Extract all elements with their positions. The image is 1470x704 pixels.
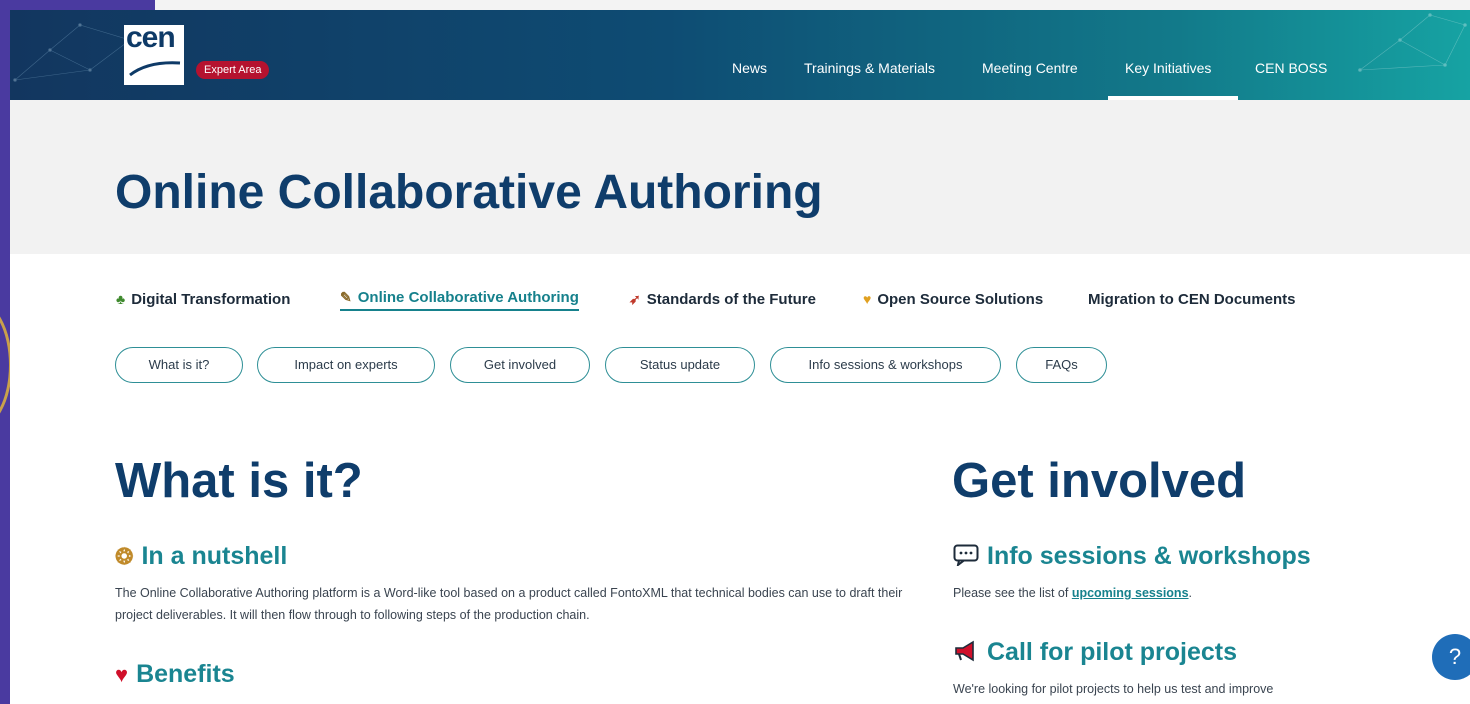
nav-news[interactable]: News <box>732 60 767 76</box>
network-pattern-right <box>1358 13 1467 72</box>
pill-what-is-it[interactable]: What is it? <box>115 347 243 383</box>
tab-label: Migration to CEN Documents <box>1088 291 1296 308</box>
logo-text: cen <box>126 21 176 54</box>
heart-hands-icon: ♥ <box>863 291 872 307</box>
tab-open-source-solutions[interactable]: ♥ Open Source Solutions <box>863 291 1043 308</box>
info-sessions-text-after: . <box>1188 586 1193 600</box>
nav-meeting-centre[interactable]: Meeting Centre <box>982 60 1078 76</box>
rocket-icon: ➶ <box>629 291 641 307</box>
tab-standards-of-the-future[interactable]: ➶ Standards of the Future <box>629 291 816 308</box>
memo-icon: ✎ <box>340 289 352 305</box>
pilot-projects-text: We're looking for pilot projects to help… <box>953 682 1274 696</box>
speech-bubble-icon <box>953 544 979 570</box>
site-header: cen Expert Area News Trainings & Materia… <box>10 10 1470 100</box>
pill-get-involved[interactable]: Get involved <box>450 347 590 383</box>
nav-key-initiatives[interactable]: Key Initiatives <box>1125 60 1211 76</box>
logo-swoosh-icon <box>129 61 181 77</box>
info-sessions-title: Info sessions & workshops <box>987 542 1311 570</box>
nav-cen-boss[interactable]: CEN BOSS <box>1255 60 1327 76</box>
heart-icon: ♥ <box>115 662 129 687</box>
web-page: cen Expert Area News Trainings & Materia… <box>10 10 1470 704</box>
nutshell-title: In a nutshell <box>141 542 288 570</box>
benefits-heading: ♥ Benefits <box>115 660 235 689</box>
pill-faqs[interactable]: FAQs <box>1016 347 1107 383</box>
peanuts-icon: ❂ <box>115 544 134 569</box>
get-involved-heading: Get involved <box>952 454 1247 508</box>
megaphone-icon <box>953 640 979 666</box>
tab-digital-transformation[interactable]: ♣ Digital Transformation <box>116 291 290 308</box>
nutshell-text: The Online Collaborative Authoring platf… <box>115 586 903 622</box>
info-sessions-text: Please see the list of upcoming sessions… <box>953 582 1433 604</box>
help-button[interactable]: ? <box>1432 634 1470 680</box>
info-sessions-text-before: Please see the list of <box>953 586 1072 600</box>
benefits-title: Benefits <box>136 660 235 688</box>
pill-status-update[interactable]: Status update <box>605 347 755 383</box>
tab-label: Digital Transformation <box>131 291 291 308</box>
tab-migration-to-cen-documents[interactable]: Migration to CEN Documents <box>1088 291 1296 308</box>
tab-online-collaborative-authoring[interactable]: ✎ Online Collaborative Authoring <box>340 289 579 311</box>
what-is-it-heading: What is it? <box>115 454 363 508</box>
tab-label: Open Source Solutions <box>877 291 1044 308</box>
window-top-strip <box>155 0 1470 10</box>
expert-area-badge: Expert Area <box>196 61 270 79</box>
upcoming-sessions-link[interactable]: upcoming sessions <box>1072 586 1189 600</box>
pilot-projects-heading: Call for pilot projects <box>953 638 1237 667</box>
cen-logo[interactable]: cen <box>124 21 184 85</box>
page-title: Online Collaborative Authoring <box>115 166 823 219</box>
nutshell-heading: ❂ In a nutshell <box>115 542 287 571</box>
info-sessions-heading: Info sessions & workshops <box>953 542 1311 571</box>
pill-info-sessions-workshops[interactable]: Info sessions & workshops <box>770 347 1001 383</box>
pill-impact-on-experts[interactable]: Impact on experts <box>257 347 435 383</box>
nav-trainings-materials[interactable]: Trainings & Materials <box>804 60 935 76</box>
pilot-projects-title: Call for pilot projects <box>987 638 1238 666</box>
tab-label: Online Collaborative Authoring <box>357 289 579 306</box>
sprout-icon: ♣ <box>116 291 126 307</box>
tab-label: Standards of the Future <box>646 291 816 308</box>
